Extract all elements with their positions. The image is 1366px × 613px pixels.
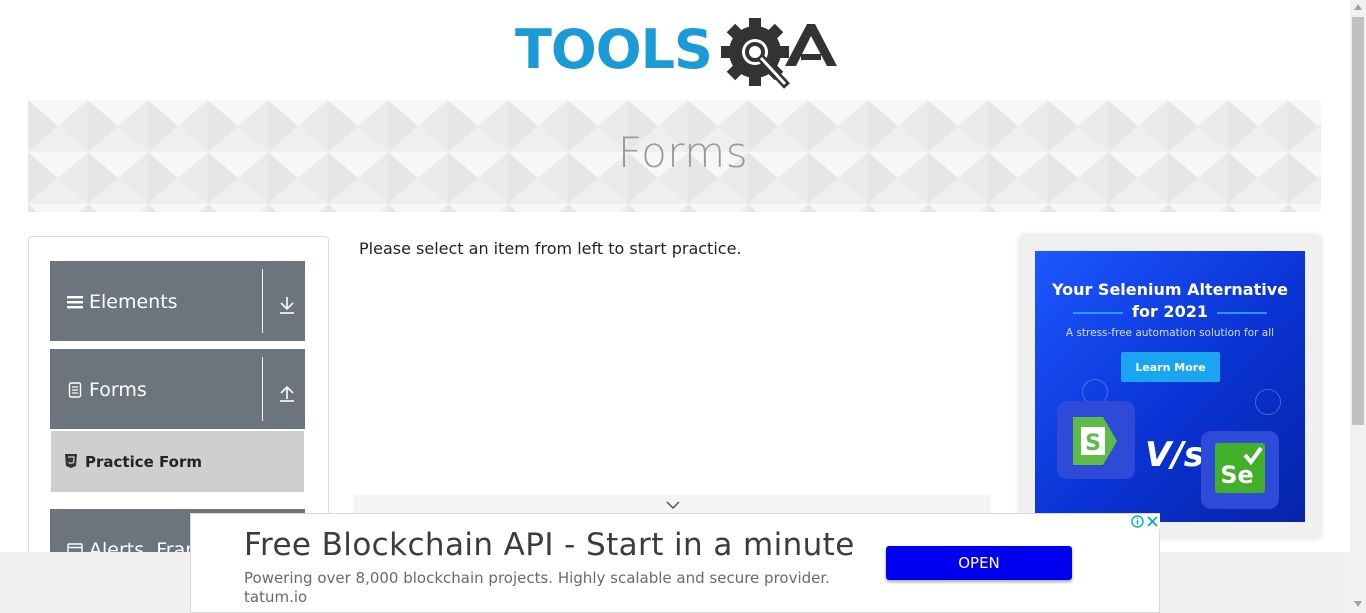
alternative-logo-icon: S: [1073, 417, 1121, 465]
sidebar-group-elements[interactable]: Elements: [50, 261, 305, 341]
divider: [262, 269, 263, 333]
decor-line: [1073, 312, 1123, 314]
toolsqa-logo[interactable]: TOOLS: [515, 14, 840, 94]
scroll-down-icon[interactable]: [1354, 601, 1362, 607]
selenium-logo-icon: Se: [1215, 443, 1265, 493]
ad-subtitle: A stress-free automation solution for al…: [1065, 327, 1275, 339]
sidebar-group-label: Elements: [89, 291, 178, 313]
svg-text:Se: Se: [1220, 461, 1254, 489]
adchoices-close-icon[interactable]: [1130, 514, 1160, 529]
sidebar-group-label: Forms: [89, 379, 147, 401]
divider: [262, 357, 263, 421]
scroll-up-icon[interactable]: [1354, 4, 1362, 10]
chevron-down-icon[interactable]: [666, 500, 680, 510]
sidebar-item-label: Practice Form: [85, 453, 202, 471]
right-ad[interactable]: Your Selenium Alternative for 2021 A str…: [1035, 251, 1305, 522]
upload-arrow-icon: [280, 385, 294, 402]
header: TOOLS: [0, 0, 1350, 100]
open-button[interactable]: OPEN: [886, 546, 1072, 580]
svg-text:TOOLS: TOOLS: [515, 18, 712, 81]
html5-icon: [65, 454, 77, 468]
ad-domain: tatum.io: [244, 588, 308, 606]
svg-text:S: S: [1085, 431, 1101, 456]
code-icon: [1255, 389, 1281, 415]
main-instruction: Please select an item from left to start…: [359, 239, 742, 258]
download-arrow-icon: [280, 297, 294, 314]
scrollbar-thumb[interactable]: [1352, 17, 1364, 425]
sidebar-item-practice-form[interactable]: Practice Form: [51, 431, 304, 492]
ad-title-line1: Your Selenium Alternative: [1051, 280, 1289, 299]
ad-headline[interactable]: Free Blockchain API - Start in a minute: [244, 527, 855, 563]
ad-description: Powering over 8,000 blockchain projects.…: [244, 569, 830, 587]
sidebar-group-forms[interactable]: Forms: [50, 349, 305, 429]
ad-title: Your Selenium Alternative for 2021: [1035, 279, 1305, 323]
hamburger-icon: [67, 296, 83, 309]
decor-line: [1217, 312, 1267, 314]
document-icon: [68, 382, 82, 398]
page-title: Forms: [617, 128, 749, 177]
bottom-ad[interactable]: Free Blockchain API - Start in a minute …: [190, 513, 1160, 613]
learn-more-button[interactable]: Learn More: [1121, 352, 1220, 382]
versus-text: V/s: [1145, 435, 1204, 475]
